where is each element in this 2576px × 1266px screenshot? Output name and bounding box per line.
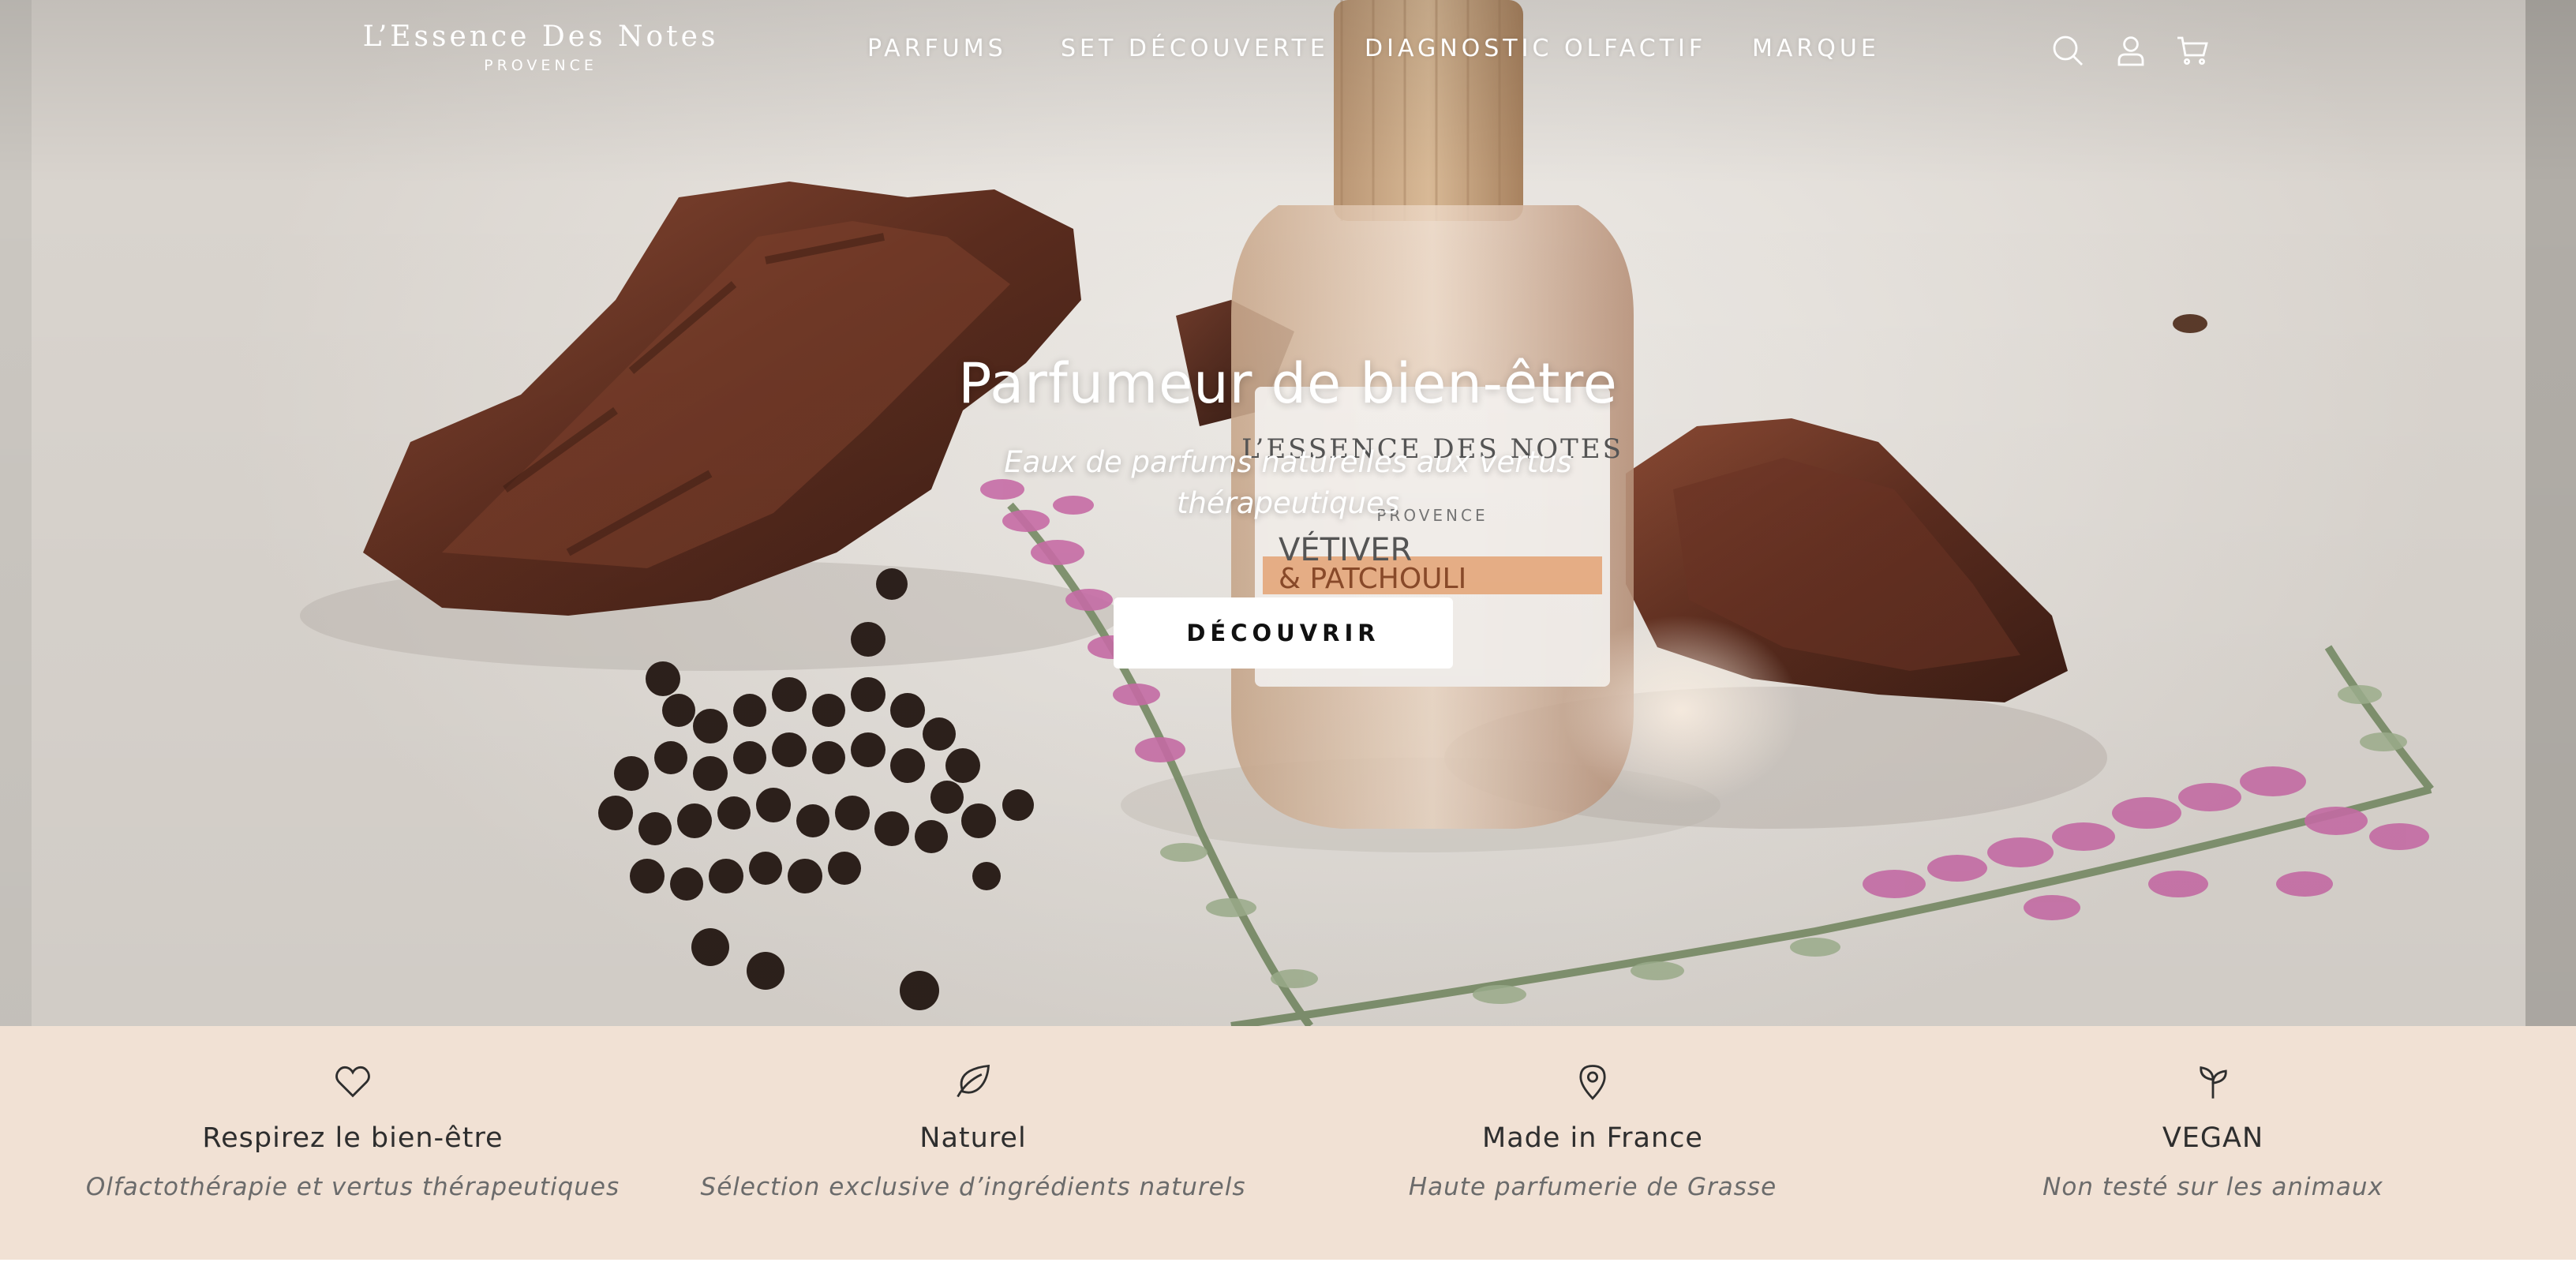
sprout-icon — [2192, 1061, 2233, 1102]
page-divider — [0, 1260, 2576, 1266]
brand-subtitle: PROVENCE — [484, 57, 597, 74]
hero-title: Parfumeur de bien-être — [958, 351, 1618, 416]
cart-icon[interactable] — [2174, 32, 2211, 69]
features-bar: Respirez le bien-être Olfactothérapie et… — [0, 1026, 2576, 1260]
leaf-icon — [953, 1061, 994, 1102]
nav-item-diagnostic-olfactif[interactable]: DIAGNOSTIC OLFACTIF — [1365, 35, 1706, 62]
heart-icon — [332, 1061, 373, 1102]
feature-title: VEGAN — [2162, 1122, 2264, 1154]
hero-subtitle: Eaux de parfums naturelles aux vertus th… — [1004, 445, 1572, 520]
map-pin-icon — [1572, 1061, 1613, 1102]
brand-name: L’Essence Des Notes — [362, 21, 719, 53]
nav-item-marque[interactable]: MARQUE — [1752, 35, 1880, 62]
brand-logo[interactable]: L’Essence Des Notes PROVENCE — [359, 21, 722, 74]
feature-description: Non testé sur les animaux — [2042, 1173, 2383, 1201]
feature-description: Sélection exclusive d’ingrédients nature… — [700, 1173, 1246, 1201]
feature-title: Respirez le bien-être — [202, 1122, 504, 1154]
account-icon[interactable] — [2112, 32, 2150, 69]
nav-item-parfums[interactable]: PARFUMS — [867, 35, 1007, 62]
search-icon[interactable] — [2049, 32, 2087, 69]
feature-title: Made in France — [1482, 1122, 1703, 1154]
feature-title: Naturel — [919, 1122, 1027, 1154]
bottle-label-line2: & PATCHOULI — [1279, 563, 1466, 595]
feature-description: Olfactothérapie et vertus thérapeutiques — [85, 1173, 620, 1201]
nav-item-set-decouverte[interactable]: SET DÉCOUVERTE — [1061, 35, 1329, 62]
feature-description: Haute parfumerie de Grasse — [1408, 1173, 1777, 1201]
discover-button[interactable]: DÉCOUVRIR — [1114, 597, 1453, 669]
